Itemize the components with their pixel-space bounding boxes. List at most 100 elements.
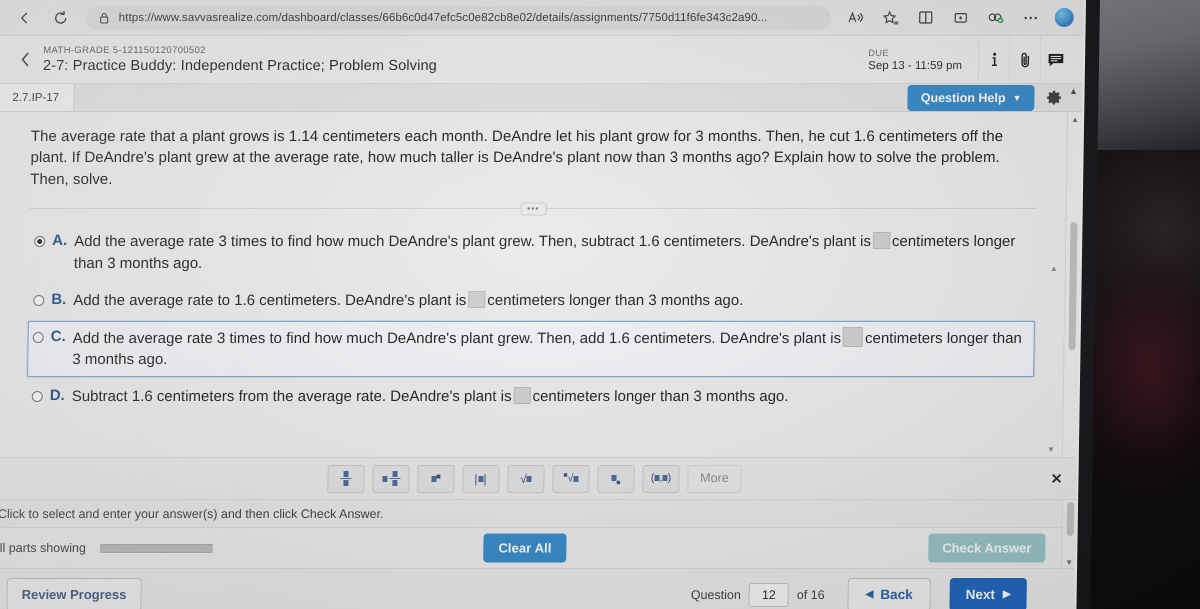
subscript-button[interactable]: ■ — [597, 464, 635, 493]
fraction-icon — [340, 471, 352, 486]
more-options-icon[interactable] — [1020, 7, 1042, 29]
copilot-icon[interactable] — [1054, 8, 1074, 27]
square-root-button[interactable]: √ — [507, 464, 545, 493]
answer-blank-b[interactable] — [468, 290, 486, 308]
info-icon[interactable] — [977, 35, 1010, 84]
answer-choice-b[interactable]: B. Add the average rate to 1.6 centimete… — [28, 284, 1036, 318]
check-answer-label: Check Answer — [942, 540, 1032, 556]
gear-icon[interactable] — [1045, 90, 1062, 107]
answer-blank-a[interactable] — [872, 232, 891, 250]
outer-scroll-down-icon[interactable]: ▼ — [1062, 555, 1076, 569]
choice-text-d-after: centimeters longer than 3 months ago. — [532, 388, 789, 406]
tab-label: 2.7.IP-17 — [12, 91, 60, 104]
inner-scroll-down-arrow-icon[interactable]: ▼ — [1047, 445, 1055, 454]
address-bar[interactable]: https://www.savvasrealize.com/dashboard/… — [85, 5, 831, 30]
answer-blank-d[interactable] — [513, 387, 531, 405]
choice-text-b-before: Add the average rate to 1.6 centimeters.… — [73, 291, 467, 309]
next-button-label: Next — [965, 587, 996, 602]
tab-2-7-ip-17[interactable]: 2.7.IP-17 — [0, 84, 75, 111]
divider-badge[interactable]: ••• — [520, 202, 547, 216]
parts-progress-bar — [99, 543, 212, 553]
math-palette: ■ | | √ ■√ ■ (,) More ✕ — [0, 457, 1077, 499]
choice-text-c: Add the average rate 3 times to find how… — [72, 326, 1026, 372]
question-pager-label: Question — [690, 587, 741, 602]
bottom-navigation-bar: Review Progress Question 12 of 16 ◀ Back… — [0, 568, 1076, 609]
fraction-button[interactable] — [327, 464, 365, 493]
header-titles: MATH-GRADE 5-121150120700502 2-7: Practi… — [39, 45, 869, 74]
add-favorite-icon[interactable] — [880, 7, 902, 29]
exponent-icon: ■ — [431, 472, 441, 485]
choice-letter-a: A. — [52, 232, 68, 250]
question-body: The average rate that a plant grows is 1… — [0, 112, 1082, 414]
next-button[interactable]: Next ▶ — [949, 578, 1027, 609]
read-aloud-icon[interactable] — [845, 7, 867, 29]
question-pager: Question 12 of 16 — [690, 582, 825, 607]
due-value: Sep 13 - 11:59 pm — [868, 59, 963, 72]
outer-scroll-thumb[interactable] — [1066, 502, 1075, 536]
section-divider: ••• — [29, 202, 1037, 216]
answer-choice-a[interactable]: A. Add the average rate 3 times to find … — [29, 225, 1037, 281]
choice-text-c-before: Add the average rate 3 times to find how… — [72, 329, 842, 347]
header-icon-group — [977, 35, 1072, 84]
reload-icon[interactable] — [50, 7, 72, 29]
chevron-down-icon: ▼ — [1012, 93, 1022, 103]
action-bar: All parts showing Clear All Check Answer… — [0, 500, 1077, 569]
mixed-number-button[interactable] — [372, 464, 410, 493]
question-help-button[interactable]: Question Help ▼ — [907, 85, 1035, 111]
check-answer-button[interactable]: Check Answer — [928, 533, 1046, 563]
attachment-icon[interactable] — [1008, 35, 1041, 84]
question-text: The average rate that a plant grows is 1… — [30, 128, 1004, 188]
square-root-icon: √ — [520, 472, 532, 486]
radio-a[interactable] — [34, 236, 46, 248]
browser-essentials-icon[interactable] — [985, 7, 1007, 29]
inner-scroll-up-arrow-icon[interactable]: ▲ — [1050, 264, 1058, 273]
browser-window: https://www.savvasrealize.com/dashboard/… — [0, 0, 1084, 609]
radio-b[interactable] — [33, 294, 45, 306]
answer-blank-c[interactable] — [842, 326, 864, 347]
parts-showing-label: All parts showing — [0, 541, 87, 555]
nth-root-button[interactable]: ■√ — [552, 464, 590, 493]
ordered-pair-button[interactable]: (,) — [642, 464, 680, 493]
choice-letter-d: D. — [49, 387, 65, 405]
answer-choice-d[interactable]: D. Subtract 1.6 centimeters from the ave… — [26, 380, 1034, 414]
question-scroll-up-icon[interactable]: ▲ — [1068, 112, 1082, 127]
ordered-pair-icon: (,) — [650, 472, 672, 484]
back-arrow-icon[interactable] — [14, 7, 36, 29]
exponent-button[interactable]: ■ — [417, 464, 455, 493]
browser-actions — [845, 7, 1074, 29]
radio-c[interactable] — [32, 331, 44, 343]
split-screen-icon[interactable] — [915, 7, 937, 29]
outer-scrollbar[interactable]: ▼ — [1061, 500, 1077, 569]
back-button-label: Back — [880, 587, 913, 602]
monitor-screen-area: https://www.savvasrealize.com/dashboard/… — [0, 0, 1086, 609]
monitor-photo: https://www.savvasrealize.com/dashboard/… — [0, 0, 1200, 609]
collections-icon[interactable] — [950, 7, 972, 29]
absolute-value-button[interactable]: | | — [462, 464, 500, 493]
radio-d[interactable] — [31, 391, 43, 403]
close-icon[interactable]: ✕ — [1051, 470, 1063, 487]
review-progress-button[interactable]: Review Progress — [6, 578, 142, 609]
header-back-button[interactable] — [11, 50, 39, 69]
choice-text-d: Subtract 1.6 centimeters from the averag… — [72, 386, 789, 408]
url-text: https://www.savvasrealize.com/dashboard/… — [118, 11, 768, 24]
choice-text-a: Add the average rate 3 times to find how… — [74, 231, 1028, 275]
back-button[interactable]: ◀ Back — [847, 578, 931, 609]
due-label: DUE — [868, 47, 890, 58]
subscript-icon: ■ — [611, 471, 621, 486]
more-button[interactable]: More — [687, 464, 742, 493]
clear-all-button[interactable]: Clear All — [483, 533, 567, 563]
absolute-value-icon: | | — [474, 471, 488, 486]
answer-choice-c[interactable]: C. Add the average rate 3 times to find … — [27, 320, 1035, 378]
next-caret-icon: ▶ — [1002, 589, 1011, 600]
question-number-input[interactable]: 12 — [748, 582, 790, 607]
nth-root-icon: ■√ — [563, 472, 579, 485]
comment-icon[interactable] — [1039, 35, 1072, 84]
scroll-up-arrow-icon[interactable]: ▲ — [1066, 84, 1080, 98]
browser-toolbar: https://www.savvasrealize.com/dashboard/… — [0, 0, 1084, 36]
instruction-text: Click to select and enter your answer(s)… — [0, 506, 384, 521]
lock-icon — [98, 7, 111, 29]
instruction-bar: Click to select and enter your answer(s)… — [0, 499, 1077, 527]
question-scroll-thumb[interactable] — [1068, 222, 1078, 350]
review-progress-label: Review Progress — [21, 587, 127, 602]
question-total-label: of 16 — [796, 587, 825, 602]
